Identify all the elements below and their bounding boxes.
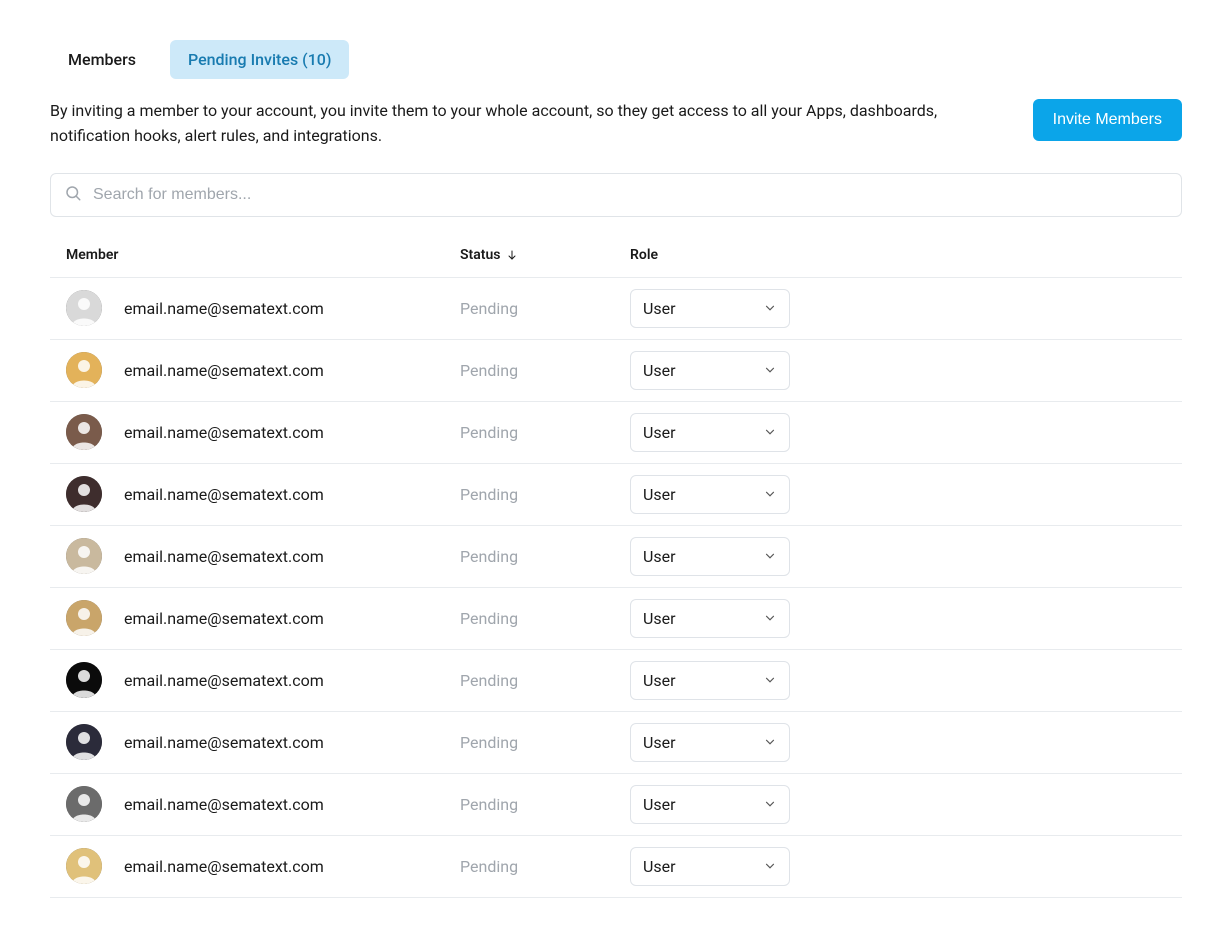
table-row: email.name@sematext.com Pending User [50,526,1182,588]
table-row: email.name@sematext.com Pending User [50,464,1182,526]
member-email: email.name@sematext.com [124,671,460,690]
role-select[interactable]: User [630,537,790,576]
role-select-value: User [643,361,676,380]
member-email: email.name@sematext.com [124,485,460,504]
avatar [66,290,102,326]
role-select[interactable]: User [630,847,790,886]
column-header-member[interactable]: Member [66,247,460,263]
member-status: Pending [460,547,630,566]
member-status: Pending [460,485,630,504]
chevron-down-icon [763,425,777,439]
avatar [66,786,102,822]
table-row: email.name@sematext.com Pending User [50,278,1182,340]
chevron-down-icon [763,549,777,563]
search-input[interactable] [50,173,1182,217]
avatar [66,600,102,636]
member-email: email.name@sematext.com [124,547,460,566]
column-header-role[interactable]: Role [630,247,830,263]
chevron-down-icon [763,301,777,315]
chevron-down-icon [763,487,777,501]
member-status: Pending [460,609,630,628]
column-header-status-label: Status [460,247,500,263]
table-row: email.name@sematext.com Pending User [50,340,1182,402]
avatar [66,476,102,512]
table-row: email.name@sematext.com Pending User [50,774,1182,836]
role-select-value: User [643,609,676,628]
role-select[interactable]: User [630,351,790,390]
member-status: Pending [460,795,630,814]
role-select[interactable]: User [630,289,790,328]
role-select[interactable]: User [630,413,790,452]
tabs: Members Pending Invites (10) [50,40,1182,79]
role-select-value: User [643,857,676,876]
role-select-value: User [643,671,676,690]
chevron-down-icon [763,611,777,625]
table-row: email.name@sematext.com Pending User [50,712,1182,774]
member-email: email.name@sematext.com [124,857,460,876]
role-select-value: User [643,795,676,814]
table-row: email.name@sematext.com Pending User [50,588,1182,650]
member-status: Pending [460,361,630,380]
role-select-value: User [643,485,676,504]
members-table: Member Status Role email.name@sematext.c… [50,247,1182,898]
member-status: Pending [460,857,630,876]
member-status: Pending [460,299,630,318]
header-row: By inviting a member to your account, yo… [50,99,1182,149]
table-row: email.name@sematext.com Pending User [50,402,1182,464]
chevron-down-icon [763,363,777,377]
role-select-value: User [643,547,676,566]
member-email: email.name@sematext.com [124,733,460,752]
search-container [50,173,1182,217]
avatar [66,352,102,388]
sort-desc-icon [506,249,518,261]
role-select-value: User [643,733,676,752]
avatar [66,662,102,698]
column-header-status[interactable]: Status [460,247,630,263]
role-select[interactable]: User [630,661,790,700]
chevron-down-icon [763,797,777,811]
role-select-value: User [643,299,676,318]
member-status: Pending [460,671,630,690]
member-email: email.name@sematext.com [124,423,460,442]
chevron-down-icon [763,735,777,749]
invite-members-button[interactable]: Invite Members [1033,99,1182,141]
member-email: email.name@sematext.com [124,299,460,318]
role-select[interactable]: User [630,785,790,824]
table-row: email.name@sematext.com Pending User [50,650,1182,712]
member-email: email.name@sematext.com [124,361,460,380]
avatar [66,538,102,574]
member-status: Pending [460,423,630,442]
tab-pending-invites[interactable]: Pending Invites (10) [170,40,350,79]
member-status: Pending [460,733,630,752]
tab-members[interactable]: Members [50,40,154,79]
member-email: email.name@sematext.com [124,609,460,628]
role-select-value: User [643,423,676,442]
description-text: By inviting a member to your account, yo… [50,99,950,149]
table-header: Member Status Role [50,247,1182,278]
role-select[interactable]: User [630,599,790,638]
member-email: email.name@sematext.com [124,795,460,814]
chevron-down-icon [763,859,777,873]
role-select[interactable]: User [630,475,790,514]
chevron-down-icon [763,673,777,687]
avatar [66,724,102,760]
role-select[interactable]: User [630,723,790,762]
avatar [66,848,102,884]
avatar [66,414,102,450]
table-row: email.name@sematext.com Pending User [50,836,1182,898]
